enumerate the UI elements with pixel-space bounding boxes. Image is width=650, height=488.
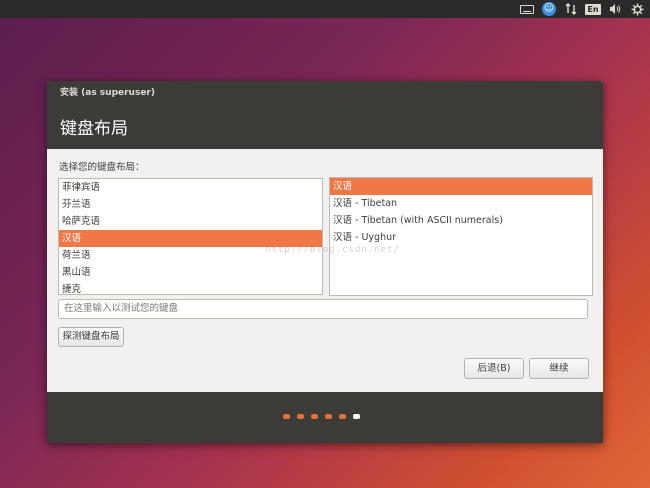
variant-list-item[interactable]: 汉语 - Tibetan	[330, 195, 592, 212]
layout-list[interactable]: 菲律宾语 芬兰语 哈萨克语 汉语 荷兰语 黑山语 捷克	[58, 178, 323, 295]
progress-dot-current	[353, 414, 360, 419]
variant-list-item[interactable]: 汉语 - Tibetan (with ASCII numerals)	[330, 212, 592, 229]
progress-dot	[311, 414, 318, 419]
progress-dot	[283, 414, 290, 419]
watermark: http://blog.csdn.net/	[265, 245, 400, 255]
top-panel: ☺ En	[0, 0, 650, 18]
progress-footer	[47, 392, 603, 443]
installer-window: 安装 (as superuser) 键盘布局 选择您的键盘布局： 菲律宾语 芬兰…	[47, 81, 603, 443]
layout-prompt: 选择您的键盘布局：	[59, 162, 145, 173]
keyboard-icon[interactable]	[520, 2, 534, 16]
back-button[interactable]: 后退(B)	[464, 358, 524, 379]
input-method-icon[interactable]: En	[585, 2, 601, 16]
keyboard-test-input[interactable]: 在这里输入以测试您的键盘	[58, 299, 588, 319]
network-icon[interactable]	[564, 2, 578, 16]
system-tray: ☺ En	[520, 2, 644, 16]
window-title: 安装 (as superuser)	[60, 88, 155, 98]
variant-list[interactable]: 汉语 汉语 - Tibetan 汉语 - Tibetan (with ASCII…	[329, 177, 593, 296]
continue-button[interactable]: 继续	[529, 358, 589, 379]
layout-list-item[interactable]: 黑山语	[59, 264, 322, 281]
page-title: 键盘布局	[60, 119, 128, 139]
progress-dot	[339, 414, 346, 419]
accessibility-icon[interactable]: ☺	[542, 2, 556, 16]
window-titlebar[interactable]: 安装 (as superuser) 键盘布局	[47, 81, 603, 149]
volume-icon[interactable]	[608, 2, 622, 16]
settings-icon[interactable]	[630, 2, 644, 16]
variant-list-item-selected[interactable]: 汉语	[330, 178, 592, 195]
variant-list-item[interactable]: 汉语 - Uyghur	[330, 229, 592, 246]
progress-dots	[283, 414, 360, 419]
layout-list-item[interactable]: 捷克	[59, 281, 322, 294]
detect-layout-button[interactable]: 探测键盘布局	[58, 327, 124, 347]
layout-list-item[interactable]: 菲律宾语	[59, 179, 322, 196]
layout-list-item[interactable]: 哈萨克语	[59, 213, 322, 230]
progress-dot	[325, 414, 332, 419]
progress-dot	[297, 414, 304, 419]
layout-list-item[interactable]: 芬兰语	[59, 196, 322, 213]
